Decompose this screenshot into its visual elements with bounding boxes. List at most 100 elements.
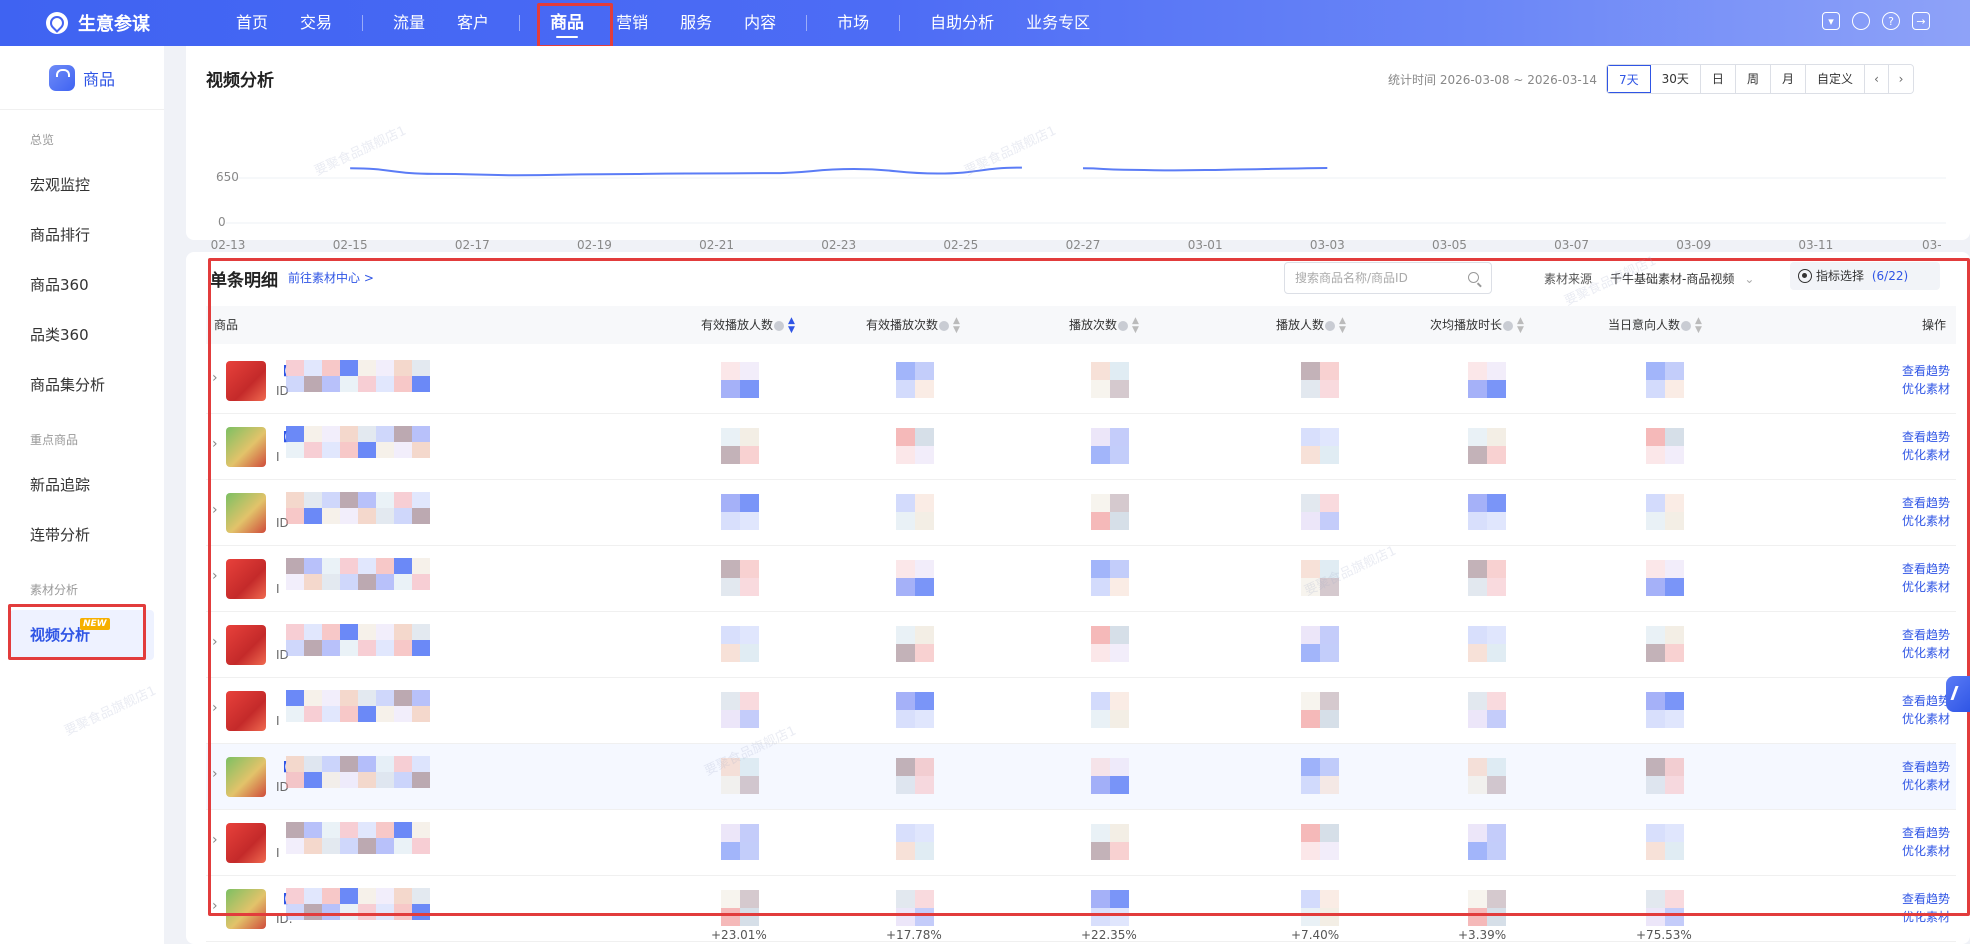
- col-intent-users[interactable]: 当日意向人数 ▲ ▼: [1608, 306, 1702, 344]
- view-trend-link[interactable]: 查看趋势: [1902, 824, 1950, 842]
- masked-metric-value: [1091, 824, 1129, 860]
- masked-metric-value: [1646, 560, 1684, 596]
- optimize-material-link[interactable]: 优化素材: [1902, 380, 1950, 398]
- view-trend-link[interactable]: 查看趋势: [1902, 362, 1950, 380]
- sort-icon: ▲ ▼: [1132, 315, 1139, 335]
- message-icon[interactable]: ▾: [1822, 12, 1840, 30]
- expand-row-icon[interactable]: ›: [212, 700, 218, 716]
- product-thumbnail[interactable]: [226, 889, 266, 929]
- optimize-material-link[interactable]: 优化素材: [1902, 842, 1950, 860]
- masked-metric-value: [1091, 890, 1129, 926]
- masked-metric-value: [1301, 428, 1339, 464]
- expand-row-icon[interactable]: ›: [212, 832, 218, 848]
- view-trend-link[interactable]: 查看趋势: [1902, 692, 1950, 710]
- product-thumbnail[interactable]: [226, 757, 266, 797]
- expand-row-icon[interactable]: ›: [212, 370, 218, 386]
- product-thumbnail[interactable]: [226, 559, 266, 599]
- nav-marketing[interactable]: 营销: [600, 0, 664, 46]
- compass-logo-icon: [46, 12, 68, 34]
- nav-divider: [362, 15, 364, 31]
- expand-row-icon[interactable]: ›: [212, 502, 218, 518]
- metric-select-button[interactable]: 指标选择 (6/22): [1790, 262, 1940, 290]
- optimize-material-link[interactable]: 优化素材: [1902, 710, 1950, 728]
- sidebar-item-new-product-tracking[interactable]: 新品追踪: [0, 460, 164, 510]
- sidebar-item-product-ranking[interactable]: 商品排行: [0, 210, 164, 260]
- sidebar-item-product-360[interactable]: 商品360: [0, 260, 164, 310]
- product-thumbnail[interactable]: [226, 493, 266, 533]
- nav-business-zone[interactable]: 业务专区: [1010, 0, 1106, 46]
- range-week[interactable]: 周: [1735, 65, 1771, 93]
- brand[interactable]: 生意参谋: [46, 10, 150, 36]
- col-play-count[interactable]: 播放次数 ▲ ▼: [1069, 306, 1139, 344]
- optimize-material-link[interactable]: 优化素材: [1902, 446, 1950, 464]
- source-select[interactable]: 千牛基础素材-商品视频: [1610, 270, 1754, 287]
- product-thumbnail[interactable]: [226, 823, 266, 863]
- range-custom[interactable]: 自定义: [1805, 65, 1865, 93]
- table-row: › 【ID 查看趋势 优化素材: [206, 744, 1956, 810]
- user-icon[interactable]: [1852, 12, 1870, 30]
- sidebar-item-macro-monitor[interactable]: 宏观监控: [0, 160, 164, 210]
- help-icon[interactable]: ?: [1882, 12, 1900, 30]
- masked-metric-value: [1646, 626, 1684, 662]
- logout-icon[interactable]: →: [1912, 12, 1930, 30]
- optimize-material-link[interactable]: 优化素材: [1902, 908, 1950, 926]
- product-search-input[interactable]: [1285, 263, 1455, 293]
- range-7-days[interactable]: 7天: [1607, 65, 1651, 93]
- chevron-left-icon[interactable]: ‹: [1864, 65, 1889, 93]
- nav-self-analysis[interactable]: 自助分析: [914, 0, 1010, 46]
- optimize-material-link[interactable]: 优化素材: [1902, 644, 1950, 662]
- optimize-material-link[interactable]: 优化素材: [1902, 578, 1950, 596]
- product-thumbnail[interactable]: [226, 427, 266, 467]
- optimize-material-link[interactable]: 优化素材: [1902, 512, 1950, 530]
- col-valid-play-count[interactable]: 有效播放次数 ▲ ▼: [866, 306, 960, 344]
- view-trend-link[interactable]: 查看趋势: [1902, 428, 1950, 446]
- nav-traffic[interactable]: 流量: [377, 0, 441, 46]
- col-play-users[interactable]: 播放人数 ▲ ▼: [1276, 306, 1346, 344]
- product-thumbnail[interactable]: [226, 691, 266, 731]
- info-icon: [1118, 320, 1129, 331]
- expand-row-icon[interactable]: ›: [212, 436, 218, 452]
- view-trend-link[interactable]: 查看趋势: [1902, 758, 1950, 776]
- sort-icon: ▲ ▼: [953, 315, 960, 335]
- assistant-float-button[interactable]: [1946, 676, 1970, 712]
- chevron-right-icon[interactable]: ›: [1888, 65, 1913, 93]
- row-actions: 查看趋势 优化素材: [1902, 692, 1950, 728]
- col-valid-play-users[interactable]: 有效播放人数 ▲ ▼: [701, 306, 795, 344]
- nav-trade[interactable]: 交易: [284, 0, 348, 46]
- target-icon: [1798, 269, 1812, 283]
- expand-row-icon[interactable]: ›: [212, 568, 218, 584]
- sidebar-item-category-360[interactable]: 品类360: [0, 310, 164, 360]
- video-analysis-panel: 视频分析 统计时间 2026-03-08 ~ 2026-03-14 7天 30天…: [186, 46, 1970, 266]
- masked-metric-value: [1468, 824, 1506, 860]
- metric-change-value: +75.53%: [1636, 928, 1692, 942]
- nav-service[interactable]: 服务: [664, 0, 728, 46]
- product-thumbnail[interactable]: [226, 361, 266, 401]
- material-center-link[interactable]: 前往素材中心 >: [288, 269, 374, 286]
- nav-product[interactable]: 商品: [534, 0, 600, 46]
- metric-change-value: +23.01%: [711, 928, 767, 942]
- col-avg-play-duration[interactable]: 次均播放时长 ▲ ▼: [1430, 306, 1524, 344]
- nav-market[interactable]: 市场: [821, 0, 885, 46]
- nav-home[interactable]: 首页: [220, 0, 284, 46]
- x-tick-label: 03-05: [1431, 238, 1467, 252]
- expand-row-icon[interactable]: ›: [212, 634, 218, 650]
- search-icon[interactable]: [1468, 272, 1479, 283]
- range-day[interactable]: 日: [1700, 65, 1736, 93]
- range-month[interactable]: 月: [1770, 65, 1806, 93]
- sidebar-item-video-analysis[interactable]: 视频分析 NEW: [10, 610, 154, 660]
- nav-content[interactable]: 内容: [728, 0, 792, 46]
- expand-row-icon[interactable]: ›: [212, 898, 218, 914]
- sidebar-item-bundle-analysis[interactable]: 连带分析: [0, 510, 164, 560]
- view-trend-link[interactable]: 查看趋势: [1902, 626, 1950, 644]
- view-trend-link[interactable]: 查看趋势: [1902, 560, 1950, 578]
- view-trend-link[interactable]: 查看趋势: [1902, 890, 1950, 908]
- nav-customer[interactable]: 客户: [441, 0, 505, 46]
- table-row: › 【ID. +23.01% +17.78% +22.35% +7.40% +3.39% +7…: [206, 876, 1956, 942]
- sidebar-item-product-set-analysis[interactable]: 商品集分析: [0, 360, 164, 410]
- product-thumbnail[interactable]: [226, 625, 266, 665]
- optimize-material-link[interactable]: 优化素材: [1902, 776, 1950, 794]
- row-actions: 查看趋势 优化素材: [1902, 560, 1950, 596]
- view-trend-link[interactable]: 查看趋势: [1902, 494, 1950, 512]
- expand-row-icon[interactable]: ›: [212, 766, 218, 782]
- range-30-days[interactable]: 30天: [1650, 65, 1701, 93]
